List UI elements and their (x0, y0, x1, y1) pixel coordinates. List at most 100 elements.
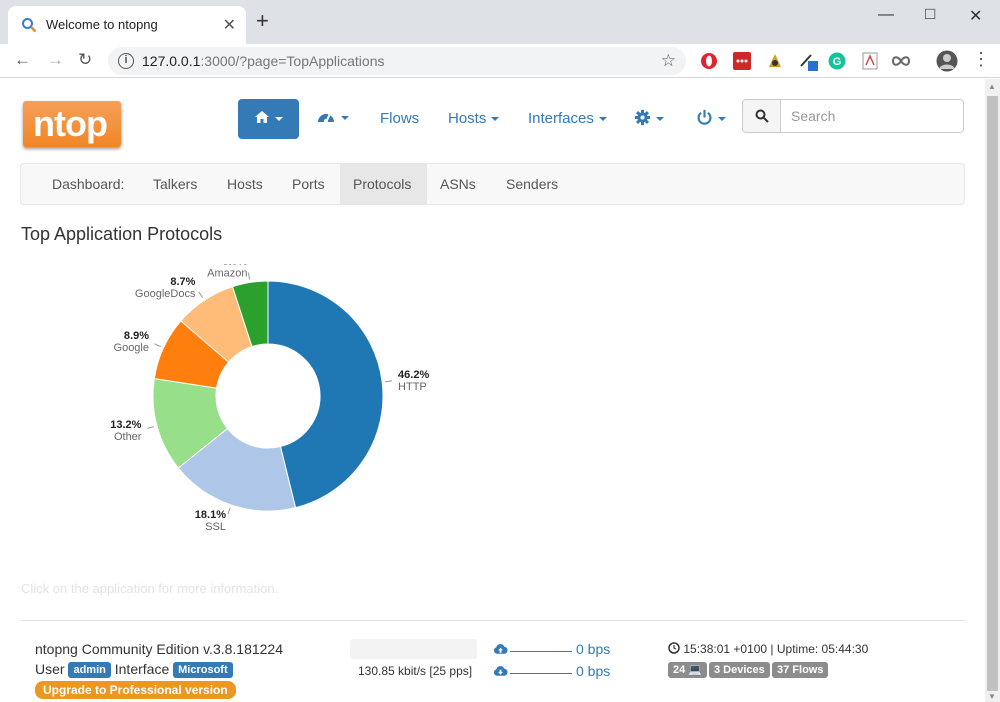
tab-hosts[interactable]: Hosts (214, 164, 276, 204)
search-button[interactable] (743, 100, 781, 132)
search-input[interactable] (791, 106, 951, 126)
address-bar[interactable]: i 127.0.0.1:3000/?page=TopApplications ☆ (108, 47, 686, 75)
gear-icon (634, 109, 651, 126)
extension-icon[interactable] (766, 52, 784, 70)
clock-text: 15:38:01 +0100 | Uptime: 05:44:30 (683, 642, 869, 656)
tab-talkers[interactable]: Talkers (140, 164, 210, 204)
menu-icon[interactable]: ⋮ (972, 50, 990, 68)
slice-percent-googledocs: 8.7% (170, 276, 195, 288)
dashboard-icon (318, 113, 334, 123)
cloud-upload-icon (493, 644, 508, 654)
lastpass-icon[interactable] (733, 52, 751, 70)
back-icon[interactable]: ← (14, 50, 31, 70)
upgrade-button[interactable]: Upgrade to Professional version (35, 681, 236, 699)
throughput-sparkline (350, 639, 477, 659)
pen-icon[interactable] (799, 52, 819, 72)
slice-label-other: Other (114, 431, 142, 443)
grammarly-icon[interactable]: G (828, 52, 846, 70)
devices-count-badge[interactable]: 3 Devices (709, 662, 770, 678)
hosts-dropdown[interactable]: Hosts (448, 110, 500, 127)
home-dropdown-button[interactable] (238, 99, 299, 139)
leader-line-http (385, 380, 393, 383)
infinity-icon[interactable] (891, 53, 911, 69)
user-interface-line: User admin Interface Microsoft (35, 661, 233, 678)
tab-ports[interactable]: Ports (279, 164, 338, 204)
new-tab-button[interactable]: + (256, 10, 269, 32)
slice-label-googledocs: GoogleDocs (135, 288, 196, 300)
interface-badge[interactable]: Microsoft (173, 662, 233, 678)
user-label: User (35, 661, 65, 677)
top-stats-subnav: Dashboard: Talkers Hosts Ports Protocols… (20, 163, 965, 205)
leader-line-ssl (227, 507, 231, 515)
slice-percent-other: 13.2% (110, 419, 141, 431)
slice-percent-ssl: 18.1% (195, 509, 226, 521)
scrollbar-thumb[interactable] (987, 96, 998, 691)
slice-label-http: HTTP (398, 381, 427, 393)
settings-dropdown[interactable] (634, 109, 664, 127)
footer-divider (20, 620, 965, 621)
subnav-dashboard-label: Dashboard: (52, 176, 125, 192)
dashboard-dropdown[interactable] (316, 108, 349, 126)
clock-icon (668, 642, 680, 654)
url-text: 127.0.0.1:3000/?page=TopApplications (142, 53, 385, 69)
power-icon (697, 109, 712, 125)
interfaces-dropdown[interactable]: Interfaces (528, 110, 607, 127)
leader-line-other (147, 426, 155, 429)
flows-link[interactable]: Flows (380, 110, 419, 127)
hosts-label: Hosts (448, 110, 487, 127)
maximize-icon[interactable]: □ (925, 4, 935, 24)
cloud-download-icon (493, 666, 508, 676)
ntop-logo[interactable]: ntop (23, 101, 121, 147)
clock-uptime: 15:38:01 +0100 | Uptime: 05:44:30 (668, 642, 868, 656)
slice-percent-http: 46.2% (398, 369, 429, 381)
forward-icon[interactable]: → (47, 50, 64, 70)
download-traffic: 0 bps (493, 663, 610, 679)
avatar-icon[interactable] (936, 50, 958, 72)
svg-text:G: G (833, 56, 842, 68)
upload-traffic: 0 bps (493, 641, 610, 657)
tab-title: Welcome to ntopng (46, 17, 158, 32)
throughput-rate: 130.85 kbit/s [25 pps] (358, 664, 473, 678)
info-icon[interactable]: i (118, 53, 134, 69)
scroll-down-arrow-icon[interactable]: ▼ (988, 692, 996, 701)
upload-rate: 0 bps (576, 641, 611, 657)
slice-percent-google: 8.9% (124, 330, 149, 342)
magnifier-icon (755, 109, 769, 123)
home-icon (255, 111, 269, 123)
slice-label-amazon: Amazon (207, 268, 247, 280)
page-title: Top Application Protocols (21, 224, 223, 244)
close-tab-icon[interactable]: ✕ (223, 15, 236, 35)
close-window-icon[interactable]: ✕ (969, 6, 982, 26)
browser-tab[interactable]: Welcome to ntopng ✕ (8, 6, 246, 44)
opera-icon[interactable] (700, 52, 718, 70)
hosts-count-badge[interactable]: 24 💻 (668, 662, 707, 678)
browser-toolbar: ← → ↻ i 127.0.0.1:3000/?page=TopApplicat… (0, 44, 1000, 78)
power-dropdown[interactable] (696, 109, 726, 127)
slice-label-ssl: SSL (205, 521, 226, 533)
flows-count-badge[interactable]: 37 Flows (772, 662, 829, 678)
chart-hint: Click on the application for more inform… (21, 581, 279, 596)
star-icon[interactable]: ☆ (661, 51, 676, 71)
user-badge[interactable]: admin (68, 662, 111, 678)
minimize-icon[interactable]: — (878, 6, 894, 24)
download-rate: 0 bps (576, 663, 611, 679)
edition-text: ntopng Community Edition v.3.8.181224 (35, 641, 284, 657)
reload-icon[interactable]: ↻ (78, 50, 92, 70)
leader-line-googledocs (198, 291, 204, 299)
interfaces-label: Interfaces (528, 110, 594, 127)
tab-senders[interactable]: Senders (493, 164, 571, 204)
interface-label: Interface (114, 661, 170, 677)
protocols-donut-chart: 46.2%HTTP 18.1%SSL 13.2%Other 8.9%Google 8.7… (110, 264, 429, 533)
browser-titlebar: Welcome to ntopng ✕ + — □ ✕ (0, 0, 1000, 44)
leader-line-amazon (247, 272, 251, 280)
pdf-icon[interactable] (861, 52, 879, 70)
search-box (742, 99, 964, 133)
tab-protocols[interactable]: Protocols (340, 164, 427, 204)
leader-line-google (154, 343, 162, 348)
logo-text: ntop (33, 103, 108, 144)
scroll-up-arrow-icon[interactable]: ▲ (988, 82, 996, 91)
search-icon (22, 18, 37, 33)
page-content: ntop Flows Hosts Interfaces Dashboard: T… (0, 79, 985, 702)
tab-asns[interactable]: ASNs (427, 164, 489, 204)
slice-label-google: Google (114, 342, 149, 354)
